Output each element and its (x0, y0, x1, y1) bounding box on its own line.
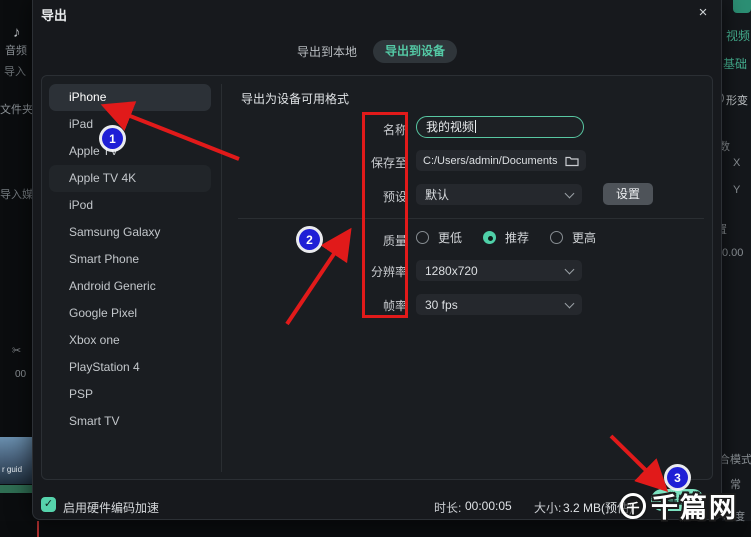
device-item-samsung-galaxy[interactable]: Samsung Galaxy (49, 219, 211, 246)
size-value: 3.2 MB(预估) (563, 499, 633, 516)
hw-accel-checkbox[interactable]: ✓ (41, 497, 56, 512)
duration-label: 时长: (434, 499, 461, 516)
timeline-clip-thumbnail: r guid (0, 437, 32, 484)
preset-label: 预设 (307, 188, 407, 205)
device-item-android-generic[interactable]: Android Generic (49, 273, 211, 300)
radio-quality-low[interactable] (416, 231, 429, 244)
framerate-dropdown[interactable]: 30 fps (416, 294, 582, 315)
save-path-field[interactable]: C:/Users/admin/Documents (416, 150, 586, 171)
export-dialog: 导出 × 导出到本地 导出到设备 iPhone iPad Apple TV Ap… (32, 0, 722, 520)
bg-label-x: X (733, 157, 740, 169)
bg-label-transform: 形变 (726, 92, 748, 108)
device-item-google-pixel[interactable]: Google Pixel (49, 300, 211, 327)
bg-label-import-media: 导入媒 (0, 186, 33, 202)
bg-timecode: 00 (15, 369, 26, 380)
bg-label-import: 导入 (4, 63, 26, 79)
bg-tab-basic: 基础 (723, 55, 747, 72)
tab-export-device[interactable]: 导出到设备 (373, 40, 457, 63)
device-item-smart-phone[interactable]: Smart Phone (49, 246, 211, 273)
device-item-apple-tv[interactable]: Apple TV (49, 138, 211, 165)
bg-label-opacity: 明度 (723, 508, 745, 524)
quality-radio-group: 更低 推荐 更高 (416, 229, 608, 246)
radio-quality-high-label[interactable]: 更高 (572, 229, 596, 246)
bg-label-video: 视频 (726, 27, 750, 44)
quality-label: 质量 (307, 232, 407, 249)
framerate-value: 30 fps (425, 298, 566, 312)
device-item-ipod[interactable]: iPod (49, 192, 211, 219)
hw-accel-label: 启用硬件编码加速 (63, 499, 159, 516)
save-path-value: C:/Users/admin/Documents (423, 155, 565, 167)
timeline-playhead (37, 521, 39, 537)
device-item-ipad[interactable]: iPad (49, 111, 211, 138)
duration-value: 00:00:05 (465, 499, 512, 513)
chevron-down-icon (565, 298, 575, 308)
bg-label-y: Y (733, 184, 740, 196)
close-icon[interactable]: × (691, 2, 715, 24)
bg-label-folder: 文件夹 (0, 101, 33, 117)
timeline-strip (0, 521, 751, 537)
dialog-title: 导出 (41, 5, 67, 24)
bg-label-normal: 常 (730, 476, 741, 492)
bg-value-zero: 0.00 (722, 247, 743, 259)
preset-value: 默认 (425, 186, 566, 203)
panel-divider-horizontal (238, 218, 704, 219)
music-note-icon: ♪ (13, 24, 21, 41)
framerate-label: 帧率 (307, 297, 407, 314)
settings-button[interactable]: 设置 (603, 183, 653, 205)
device-item-iphone[interactable]: iPhone (49, 84, 211, 111)
name-input[interactable]: 我的视频 (416, 116, 584, 138)
device-item-xbox-one[interactable]: Xbox one (49, 327, 211, 354)
form-header: 导出为设备可用格式 (241, 90, 349, 107)
timeline-audio-bar (0, 485, 32, 493)
text-caret (475, 120, 476, 133)
bg-accent-pill (733, 0, 751, 13)
preset-dropdown[interactable]: 默认 (416, 184, 582, 205)
device-item-playstation-4[interactable]: PlayStation 4 (49, 354, 211, 381)
bg-label-blend: 合模式 (719, 451, 751, 467)
resolution-dropdown[interactable]: 1280x720 (416, 260, 582, 281)
name-value: 我的视频 (426, 120, 474, 134)
scissors-icon: ✂ (12, 344, 21, 357)
device-item-smart-tv[interactable]: Smart TV (49, 408, 211, 435)
device-item-psp[interactable]: PSP (49, 381, 211, 408)
bg-label-audio: 音频 (5, 42, 27, 58)
radio-quality-high[interactable] (550, 231, 563, 244)
radio-quality-recommended[interactable] (483, 231, 496, 244)
resolution-label: 分辨率 (307, 263, 407, 280)
name-label: 名称 (307, 121, 407, 138)
chevron-down-icon (565, 264, 575, 274)
device-list: iPhone iPad Apple TV Apple TV 4K iPod Sa… (49, 84, 211, 435)
panel-divider-vertical (221, 84, 222, 472)
save-to-label: 保存至 (307, 154, 407, 171)
device-item-apple-tv-4k[interactable]: Apple TV 4K (49, 165, 211, 192)
size-label: 大小: (534, 499, 561, 516)
export-button[interactable]: 导出 (651, 489, 704, 511)
chevron-down-icon (565, 188, 575, 198)
resolution-value: 1280x720 (425, 264, 566, 278)
tab-export-local[interactable]: 导出到本地 (297, 42, 357, 62)
radio-quality-low-label[interactable]: 更低 (438, 229, 462, 246)
radio-quality-recommended-label[interactable]: 推荐 (505, 229, 529, 246)
folder-icon[interactable] (565, 155, 579, 167)
